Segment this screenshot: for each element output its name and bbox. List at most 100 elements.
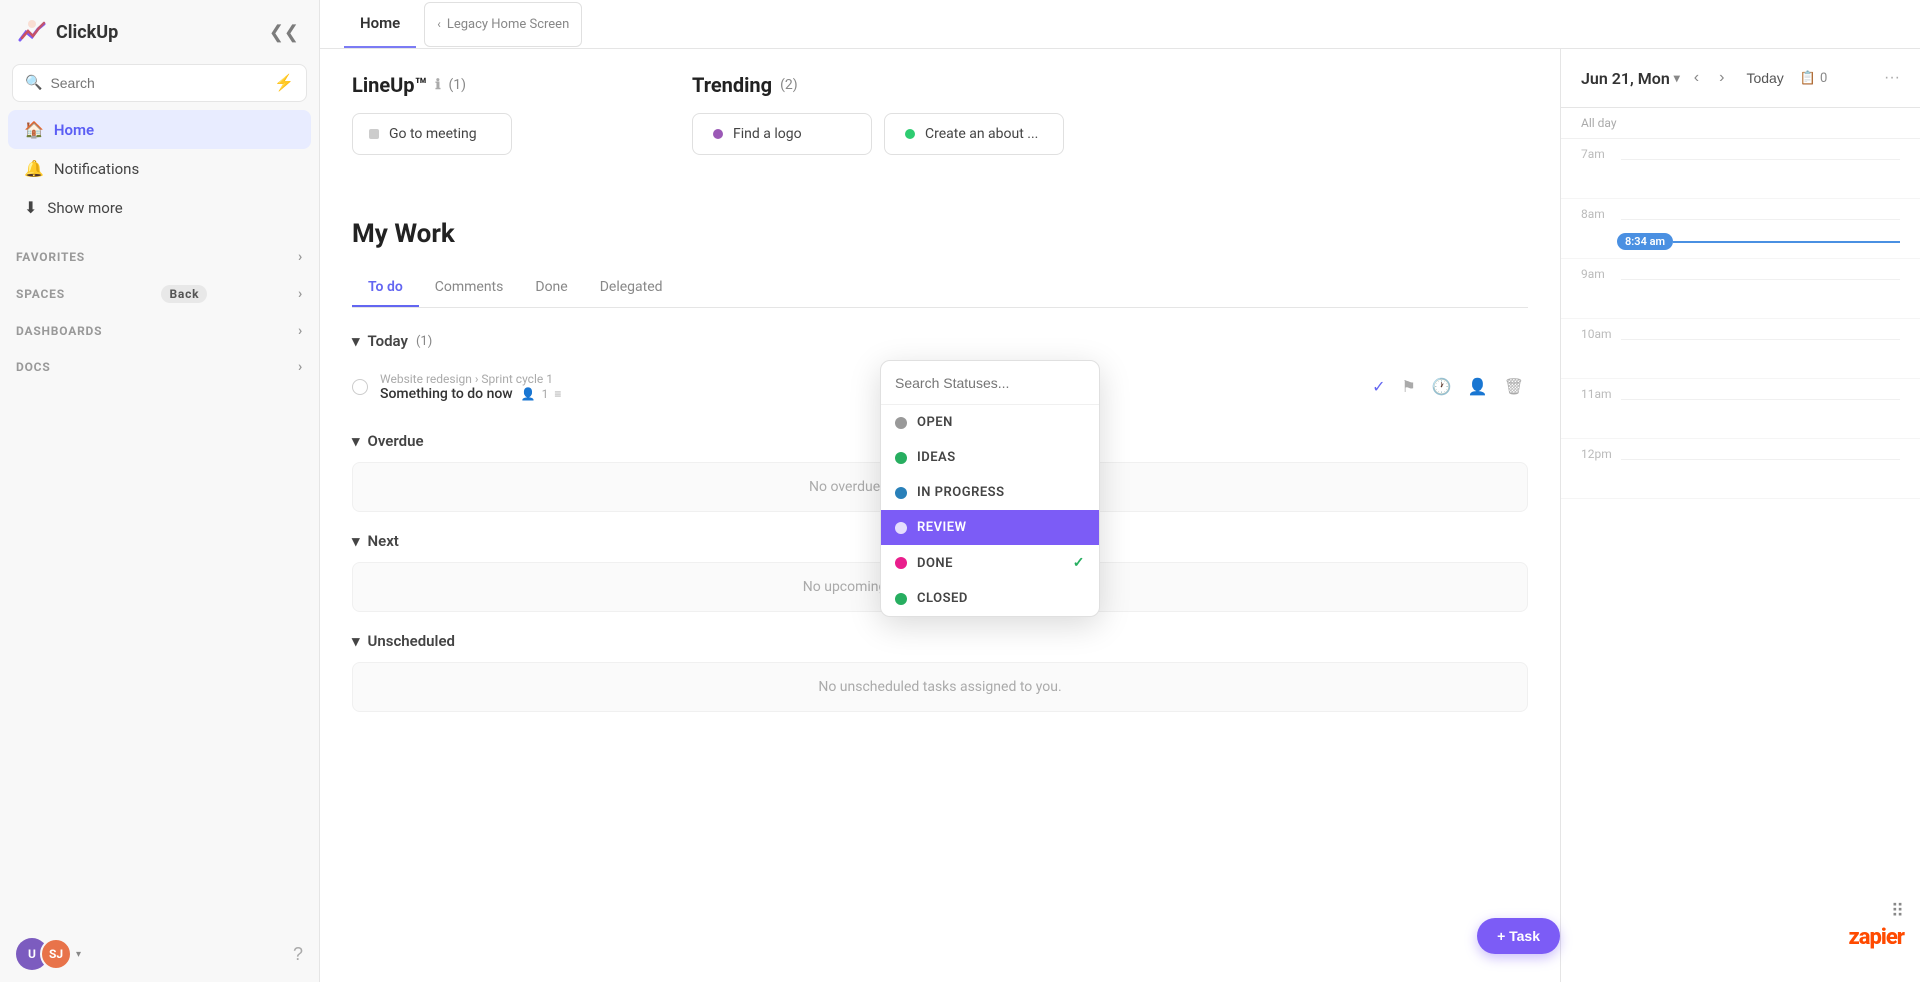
work-tab-done-label: Done bbox=[535, 279, 567, 295]
favorites-chevron-icon: › bbox=[298, 249, 303, 265]
task-info: Website redesign › Sprint cycle 1 Someth… bbox=[380, 372, 1356, 402]
task-check-button[interactable]: ✓ bbox=[1368, 373, 1389, 401]
sidebar-collapse-button[interactable]: ❮❮ bbox=[265, 18, 303, 47]
sidebar-section-favorites[interactable]: FAVORITES › bbox=[0, 239, 319, 275]
profile-dots-button[interactable]: ⠿ bbox=[1891, 901, 1904, 922]
sidebar-section-docs[interactable]: DOCS › bbox=[0, 349, 319, 385]
unscheduled-label: Unscheduled bbox=[368, 632, 455, 650]
task-title[interactable]: Something to do now bbox=[380, 386, 513, 402]
spaces-chevron-icon: › bbox=[298, 286, 303, 302]
search-bar[interactable]: 🔍 ⚡ bbox=[12, 64, 307, 102]
status-dot-closed bbox=[895, 593, 907, 605]
task-delete-button[interactable]: 🗑 bbox=[1500, 373, 1528, 401]
help-button[interactable]: ? bbox=[293, 944, 303, 965]
logo-area: ClickUp bbox=[16, 16, 118, 48]
status-dot-review bbox=[895, 522, 907, 534]
trending-card-0[interactable]: Find a logo bbox=[692, 113, 872, 155]
add-task-label: + Task bbox=[1497, 928, 1540, 944]
work-tab-todo[interactable]: To do bbox=[352, 269, 419, 307]
today-header[interactable]: ▾ Today (1) bbox=[352, 332, 1528, 350]
calendar-prev-button[interactable]: ‹ bbox=[1688, 65, 1705, 91]
trending-card-label-0: Find a logo bbox=[733, 126, 802, 142]
lineup-card-dot bbox=[369, 129, 379, 139]
add-task-button[interactable]: + Task bbox=[1477, 918, 1560, 954]
status-item-review[interactable]: REVIEW bbox=[881, 510, 1099, 545]
sidebar-item-home[interactable]: 🏠 Home bbox=[8, 110, 311, 149]
avatar-caret-icon[interactable]: ▾ bbox=[76, 949, 81, 960]
status-search-area[interactable] bbox=[881, 361, 1099, 405]
avatar-sj: SJ bbox=[40, 938, 72, 970]
next-chevron-icon: ▾ bbox=[352, 532, 360, 550]
sidebar-item-home-label: Home bbox=[54, 121, 94, 139]
tab-legacy-home[interactable]: ‹ Legacy Home Screen bbox=[424, 2, 582, 47]
dashboards-chevron-icon: › bbox=[298, 323, 303, 339]
task-clock-button[interactable]: 🕐 bbox=[1428, 373, 1456, 401]
bell-icon: 🔔 bbox=[24, 159, 44, 178]
calendar-today-button[interactable]: Today bbox=[1738, 66, 1791, 90]
status-item-ideas[interactable]: IDEAS bbox=[881, 440, 1099, 475]
status-item-done[interactable]: DONE ✓ bbox=[881, 545, 1099, 581]
lineup-cards: Go to meeting bbox=[352, 113, 652, 155]
sidebar-section-dashboards[interactable]: DASHBOARDS › bbox=[0, 313, 319, 349]
tab-home[interactable]: Home bbox=[344, 0, 416, 48]
trending-card-1[interactable]: Create an about ... bbox=[884, 113, 1064, 155]
sidebar-section-spaces[interactable]: SPACES Back › bbox=[0, 275, 319, 313]
lineup-title-text: LineUp™ bbox=[352, 73, 427, 97]
status-dropdown: OPEN IDEAS IN PROGRESS REVIEW DONE ✓ bbox=[880, 360, 1100, 617]
sidebar-item-notifications[interactable]: 🔔 Notifications bbox=[8, 149, 311, 188]
unscheduled-empty-text: No unscheduled tasks assigned to you. bbox=[818, 679, 1061, 695]
calendar-dropdown-icon[interactable]: ▾ bbox=[1674, 71, 1680, 85]
work-tab-delegated[interactable]: Delegated bbox=[584, 269, 679, 307]
status-item-open[interactable]: OPEN bbox=[881, 405, 1099, 440]
lightning-button[interactable]: ⚡ bbox=[274, 73, 294, 93]
lineup-card-label: Go to meeting bbox=[389, 126, 477, 142]
trending-card-label-1: Create an about ... bbox=[925, 126, 1038, 142]
calendar-date-title: Jun 21, Mon ▾ bbox=[1581, 69, 1680, 88]
status-item-closed[interactable]: CLOSED bbox=[881, 581, 1099, 616]
sidebar-item-show-more-label: Show more bbox=[47, 199, 122, 217]
docs-chevron-icon: › bbox=[298, 359, 303, 375]
tabs-bar: Home ‹ Legacy Home Screen bbox=[320, 0, 1920, 49]
task-flag-button[interactable]: ⚑ bbox=[1398, 373, 1420, 401]
task-checkbox[interactable] bbox=[352, 379, 368, 395]
trending-title: Trending (2) bbox=[692, 73, 1064, 97]
zapier-text: zapier bbox=[1849, 925, 1904, 950]
work-tab-comments[interactable]: Comments bbox=[419, 269, 520, 307]
task-actions: ✓ ⚑ 🕐 👤 🗑 bbox=[1368, 373, 1528, 401]
content-area: LineUp™ ℹ (1) Go to meeting Trending bbox=[320, 49, 1920, 982]
right-panel: Jun 21, Mon ▾ ‹ › Today 📋 0 ··· All day bbox=[1560, 49, 1920, 982]
time-slot-7am: 7am bbox=[1561, 139, 1920, 199]
spaces-label: SPACES bbox=[16, 287, 65, 301]
time-line-10am bbox=[1621, 339, 1900, 340]
calendar-next-button[interactable]: › bbox=[1713, 65, 1730, 91]
breadcrumb-chevron-icon: ‹ bbox=[437, 17, 441, 31]
calendar-more-button[interactable]: ··· bbox=[1884, 69, 1900, 87]
lineup-info-icon[interactable]: ℹ bbox=[435, 77, 440, 93]
time-slot-12pm: 12pm bbox=[1561, 439, 1920, 499]
lineup-card-0[interactable]: Go to meeting bbox=[352, 113, 512, 155]
trending-dot-0 bbox=[713, 129, 723, 139]
calendar-task-count: 📋 0 bbox=[1800, 71, 1828, 86]
status-check-icon: ✓ bbox=[1073, 555, 1085, 571]
status-dot-open bbox=[895, 417, 907, 429]
calendar-date-text: Jun 21, Mon bbox=[1581, 69, 1670, 88]
calendar-task-icon: 📋 bbox=[1800, 71, 1816, 86]
sidebar-item-show-more[interactable]: ⬇ Show more bbox=[8, 188, 311, 227]
overdue-chevron-icon: ▾ bbox=[352, 432, 360, 450]
time-line-9am bbox=[1621, 279, 1900, 280]
unscheduled-empty: No unscheduled tasks assigned to you. bbox=[352, 662, 1528, 712]
back-pill[interactable]: Back bbox=[161, 285, 207, 303]
status-item-inprogress[interactable]: IN PROGRESS bbox=[881, 475, 1099, 510]
work-tab-todo-label: To do bbox=[368, 279, 403, 295]
task-assign-button[interactable]: 👤 bbox=[1464, 373, 1492, 401]
work-tab-done[interactable]: Done bbox=[519, 269, 583, 307]
avatar-group[interactable]: U SJ ▾ bbox=[16, 938, 81, 970]
time-line-11am bbox=[1621, 399, 1900, 400]
search-input[interactable] bbox=[50, 75, 266, 91]
unscheduled-header[interactable]: ▾ Unscheduled bbox=[352, 632, 1528, 650]
status-search-input[interactable] bbox=[895, 375, 1085, 391]
status-dot-ideas bbox=[895, 452, 907, 464]
calendar-body[interactable]: All day 7am 8am 8:34 am bbox=[1561, 108, 1920, 982]
calendar-task-count-num: 0 bbox=[1820, 71, 1827, 86]
search-icon: 🔍 bbox=[25, 75, 42, 91]
